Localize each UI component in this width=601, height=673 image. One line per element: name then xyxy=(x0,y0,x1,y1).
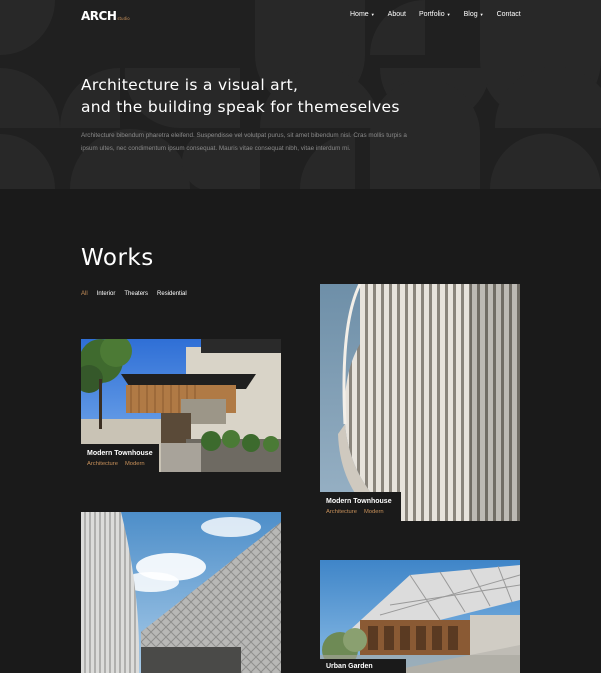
work-title: Modern Townhouse xyxy=(87,450,153,457)
hero-title-line-2: and the building speak for themeselves xyxy=(81,98,400,116)
hero-title-line-1: Architecture is a visual art, xyxy=(81,76,299,94)
filter-interior[interactable]: Interior xyxy=(97,291,116,297)
filter-residential[interactable]: Residential xyxy=(157,291,187,297)
filter-theaters[interactable]: Theaters xyxy=(124,291,148,297)
site-logo[interactable]: ARCHstudio xyxy=(81,9,130,23)
caret-down-icon: ▼ xyxy=(446,12,451,17)
nav-item-label: Blog xyxy=(463,11,478,18)
nav-item-portfolio[interactable]: Portfolio ▼ xyxy=(419,11,451,18)
work-caption: Urban Garden xyxy=(320,659,406,673)
work-tags: Architecture Modern xyxy=(87,461,153,467)
work-card[interactable]: Modern Townhouse Architecture Modern xyxy=(320,284,520,521)
logo-text: ARCH xyxy=(81,9,117,23)
nav-item-label: Portfolio xyxy=(418,11,445,18)
work-image xyxy=(320,284,520,521)
works-filters: All Interior Theaters Residential xyxy=(81,291,187,297)
work-caption: Modern Townhouse Architecture Modern xyxy=(81,444,159,472)
work-image xyxy=(320,560,520,673)
caret-down-icon: ▼ xyxy=(370,12,375,17)
work-card[interactable]: Urban Garden xyxy=(320,560,520,673)
nav-item-blog[interactable]: Blog ▼ xyxy=(464,11,484,18)
work-tag[interactable]: Architecture xyxy=(326,509,357,515)
logo-suffix: studio xyxy=(117,16,130,21)
nav-item-home[interactable]: Home ▼ xyxy=(350,11,375,18)
site-header: ARCHstudio Home ▼ About Portfolio ▼ Blog ▼ … xyxy=(0,0,601,32)
work-card[interactable] xyxy=(81,512,281,673)
work-tag[interactable]: Architecture xyxy=(87,461,118,467)
nav-item-label: Contact xyxy=(496,11,521,18)
filter-all[interactable]: All xyxy=(81,291,88,297)
works-title: Works xyxy=(81,245,154,271)
nav-item-about[interactable]: About xyxy=(388,11,406,18)
work-tags: Architecture Modern xyxy=(326,509,395,515)
hero-description: Architecture bibendum pharetra eleifend.… xyxy=(81,132,407,152)
caret-down-icon: ▼ xyxy=(479,12,484,17)
nav-item-contact[interactable]: Contact xyxy=(497,11,521,18)
nav-item-label: Home xyxy=(350,11,369,18)
work-image xyxy=(81,512,281,673)
hero-section: ARCHstudio Home ▼ About Portfolio ▼ Blog ▼ … xyxy=(0,0,601,189)
work-tag[interactable]: Modern xyxy=(125,461,145,467)
work-tag[interactable]: Modern xyxy=(364,509,384,515)
work-title: Urban Garden xyxy=(326,663,373,670)
nav-item-label: About xyxy=(387,11,406,18)
main-nav: Home ▼ About Portfolio ▼ Blog ▼ Contact xyxy=(350,11,521,18)
work-card[interactable]: Modern Townhouse Architecture Modern xyxy=(81,339,281,472)
work-caption: Modern Townhouse Architecture Modern xyxy=(320,492,401,521)
work-title: Modern Townhouse xyxy=(326,498,392,505)
hero-title: Architecture is a visual art, and the bu… xyxy=(81,74,400,118)
